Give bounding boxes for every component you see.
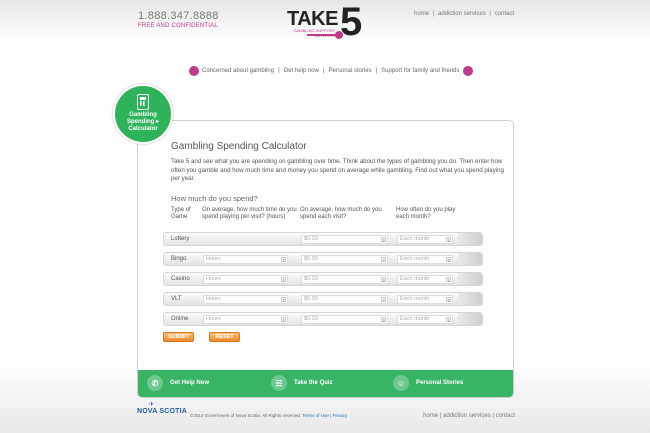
hours-input[interactable]: Hours ⇕: [203, 275, 288, 284]
calculator-icon: [137, 94, 149, 110]
calculator-panel: Gambling Spending Calculator Take 5 and …: [137, 120, 514, 398]
frequency-input[interactable]: Each month ⇕: [397, 275, 453, 284]
stepper-arrows-icon[interactable]: ⇕: [446, 277, 451, 283]
copyright: ©2014 Government of Nova Scotia. All Rig…: [190, 413, 348, 418]
column-header-frequency: How often do you play each month?: [396, 207, 456, 220]
row-label: VLT: [171, 296, 182, 302]
frequency-input[interactable]: Each month ⇕: [397, 295, 453, 304]
spend-input[interactable]: $0.00 ⇕: [301, 315, 388, 324]
phone-icon: ✆: [147, 375, 163, 391]
stepper-arrows-icon[interactable]: ⇕: [281, 277, 286, 283]
terms-link[interactable]: Terms of Use: [302, 413, 329, 418]
take-quiz-link[interactable]: ☰ Take the Quiz: [271, 375, 333, 391]
spend-input[interactable]: $0.00 ⇕: [301, 235, 388, 244]
stepper-arrows-icon[interactable]: ⇕: [381, 297, 386, 303]
spend-input[interactable]: $0.00 ⇕: [301, 275, 388, 284]
row-end: [458, 293, 482, 305]
row-label: Online: [171, 316, 189, 322]
page-title: Gambling Spending Calculator: [171, 141, 307, 152]
stepper-arrows-icon[interactable]: ⇕: [281, 297, 286, 303]
row-label: Bingo: [171, 256, 187, 262]
spend-input[interactable]: $0.00 ⇕: [301, 255, 388, 264]
logo-number: 5: [340, 0, 363, 44]
action-bar: ✆ Get Help Now ☰ Take the Quiz ☺ Persona…: [138, 370, 513, 397]
bottom-link-addiction-services[interactable]: addiction services: [443, 413, 491, 419]
row-label: Casino: [171, 276, 190, 282]
frequency-input[interactable]: Each month ⇕: [397, 255, 453, 264]
table-row-vlt: VLT Hours ⇕ $0.00 ⇕ Each month ⇕: [163, 292, 483, 306]
intro-text: Take 5 and see what you are spending on …: [171, 158, 504, 183]
copyright-text: ©2014 Government of Nova Scotia. All Rig…: [190, 413, 302, 418]
row-end: [458, 233, 482, 245]
stepper-arrows-icon[interactable]: ⇕: [381, 277, 386, 283]
bottom-links: home | addiction services | contact: [423, 413, 515, 419]
privacy-link[interactable]: Privacy: [333, 413, 348, 418]
people-icon: ☺: [393, 375, 409, 391]
stepper-arrows-icon[interactable]: ⇕: [381, 317, 386, 323]
spend-input[interactable]: $0.00 ⇕: [301, 295, 388, 304]
top-link-addiction-services[interactable]: addiction services: [438, 11, 486, 17]
logo-sub-line2: NETWORK: [314, 33, 335, 38]
nav-get-help[interactable]: Get help now: [284, 68, 319, 74]
nav-dot-left: [189, 66, 199, 76]
nova-scotia-bird-icon: ✈: [149, 402, 155, 408]
stepper-arrows-icon[interactable]: ⇕: [446, 237, 451, 243]
table-row-bingo: Bingo Hours ⇕ $0.00 ⇕ Each month ⇕: [163, 252, 483, 266]
top-link-contact[interactable]: contact: [495, 11, 514, 17]
phone-number: 1.888.347.8888: [138, 10, 219, 22]
row-end: [458, 313, 482, 325]
frequency-input[interactable]: Each month ⇕: [397, 315, 453, 324]
section-heading: How much do you spend?: [171, 194, 258, 203]
column-header-time: On average, how much time do you spend p…: [202, 207, 297, 220]
nav-support-family[interactable]: Support for family and friends: [381, 68, 459, 74]
stepper-arrows-icon[interactable]: ⇕: [446, 317, 451, 323]
nav-personal-stories[interactable]: Personal stories: [329, 68, 372, 74]
column-header-type: Type of Game: [171, 207, 191, 220]
stepper-arrows-icon[interactable]: ⇕: [381, 257, 386, 263]
row-end: [458, 253, 482, 265]
get-help-now-link[interactable]: ✆ Get Help Now: [147, 375, 209, 391]
top-link-home[interactable]: home: [414, 11, 429, 17]
column-header-spend: On average, how much do you spend each v…: [300, 207, 382, 220]
nova-scotia-logo[interactable]: NOVA SCOTIA: [137, 408, 187, 415]
reset-button[interactable]: RESET: [209, 332, 240, 342]
table-row-online: Online Hours ⇕ $0.00 ⇕ Each month ⇕: [163, 312, 483, 326]
table-row-casino: Casino Hours ⇕ $0.00 ⇕ Each month ⇕: [163, 272, 483, 286]
nav-dot-right: [462, 66, 473, 76]
stepper-arrows-icon[interactable]: ⇕: [281, 317, 286, 323]
quiz-icon: ☰: [271, 375, 287, 391]
badge-text: Gambling Spending ▸ Calculator: [126, 112, 159, 132]
stepper-arrows-icon[interactable]: ⇕: [446, 297, 451, 303]
frequency-input[interactable]: Each month ⇕: [397, 235, 453, 244]
take-quiz-label: Take the Quiz: [294, 380, 333, 386]
hours-input[interactable]: Hours ⇕: [203, 315, 288, 324]
take5-logo[interactable]: TAKE 5 GAMBLING SUPPORT NETWORK: [287, 2, 367, 50]
stepper-arrows-icon[interactable]: ⇕: [381, 237, 386, 243]
stepper-arrows-icon[interactable]: ⇕: [281, 257, 286, 263]
submit-button[interactable]: SUBMIT: [163, 332, 194, 342]
logo-subtitle: GAMBLING SUPPORT NETWORK: [289, 28, 336, 38]
get-help-now-label: Get Help Now: [170, 380, 210, 386]
phone-block: 1.888.347.8888 FREE AND CONFIDENTIAL: [138, 10, 219, 29]
personal-stories-label: Personal Stories: [416, 380, 464, 386]
bottom-link-home[interactable]: home: [423, 413, 438, 419]
row-end: [458, 273, 482, 285]
logo-dot: [335, 31, 343, 39]
sub-navigation: Concerned about gambling | Get help now …: [189, 66, 473, 76]
phone-subtext: FREE AND CONFIDENTIAL: [138, 23, 218, 29]
hours-input[interactable]: Hours ⇕: [203, 255, 288, 264]
top-links: home | addiction services | contact: [414, 11, 514, 17]
stepper-arrows-icon[interactable]: ⇕: [446, 257, 451, 263]
table-row-lottery: Lottery $0.00 ⇕ Each month ⇕: [163, 232, 483, 246]
bottom-link-contact[interactable]: contact: [496, 413, 515, 419]
hours-input[interactable]: Hours ⇕: [203, 295, 288, 304]
nav-concerned[interactable]: Concerned about gambling: [202, 68, 274, 74]
row-label: Lottery: [171, 236, 190, 242]
personal-stories-link[interactable]: ☺ Personal Stories: [393, 375, 463, 391]
calculator-badge: Gambling Spending ▸ Calculator: [113, 84, 173, 144]
